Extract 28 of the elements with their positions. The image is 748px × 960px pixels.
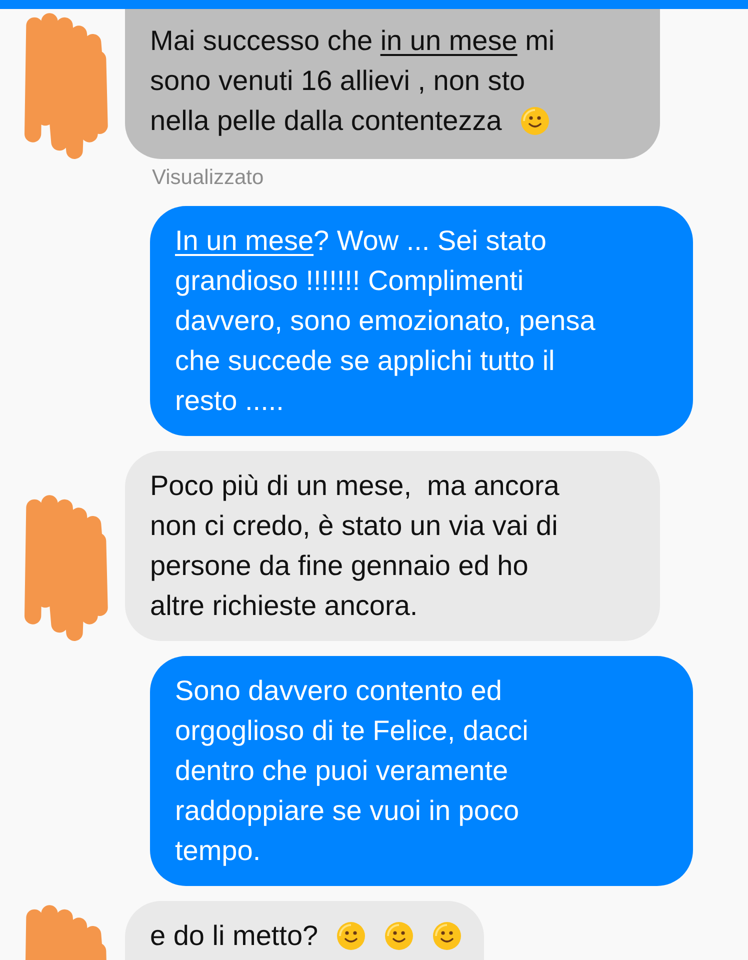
message-text: nella pelle dalla contentezza [150, 104, 502, 138]
message-text: tempo. [175, 834, 261, 868]
smiley-icon [432, 921, 462, 951]
smiley-icon [384, 921, 414, 951]
smiley-icon [336, 921, 366, 951]
message-bubble[interactable]: Poco più di un mese, ma ancora non ci credo, è stato un via vai di persone da fine gennaio ed ho altre richieste ancora. [125, 451, 660, 641]
message-text: raddoppiare se vuoi in poco [175, 794, 520, 828]
message-text: altre richieste ancora. [150, 589, 418, 623]
message-bubble[interactable]: Sono davvero contento ed orgoglioso di te Felice, dacci dentro che puoi veramente raddoppiare se vuoi in poco tempo. [150, 656, 693, 886]
message-text: grandioso !!!!!!! Complimenti [175, 264, 524, 298]
message-bubble[interactable]: Mai successo che in un mese mi sono venuti 16 allievi , non sto nella pelle dalla contentezza [125, 9, 660, 159]
message-text: persone da fine gennaio ed ho [150, 549, 528, 583]
message-text: Poco più di un mese, ma ancora [150, 469, 560, 503]
smiley-icon [520, 106, 550, 136]
message-text: sono venuti 16 allievi , non sto [150, 64, 526, 98]
message-text: resto ..... [175, 384, 284, 418]
message-text: Mai successo che in un mese mi [150, 24, 555, 58]
message-text: In un mese? Wow ... Sei stato [175, 224, 546, 258]
seen-status: Visualizzato [152, 165, 265, 191]
message-text: davvero, sono emozionato, pensa [175, 304, 596, 338]
message-text: orgoglioso di te Felice, dacci [175, 714, 528, 748]
message-text: non ci credo, è stato un via vai di [150, 509, 558, 543]
message-text: Sono davvero contento ed [175, 674, 502, 708]
message-text: che succede se applichi tutto il [175, 344, 555, 378]
message-bubble[interactable]: In un mese? Wow ... Sei stato grandioso !!!!!!! Complimenti davvero, sono emozionato, pensa che succede se applichi tutto il resto ..... [150, 206, 693, 436]
message-text: e do li metto? [150, 919, 318, 953]
message-text: dentro che puoi veramente [175, 754, 508, 788]
message-bubble[interactable]: e do li metto? [125, 901, 484, 960]
